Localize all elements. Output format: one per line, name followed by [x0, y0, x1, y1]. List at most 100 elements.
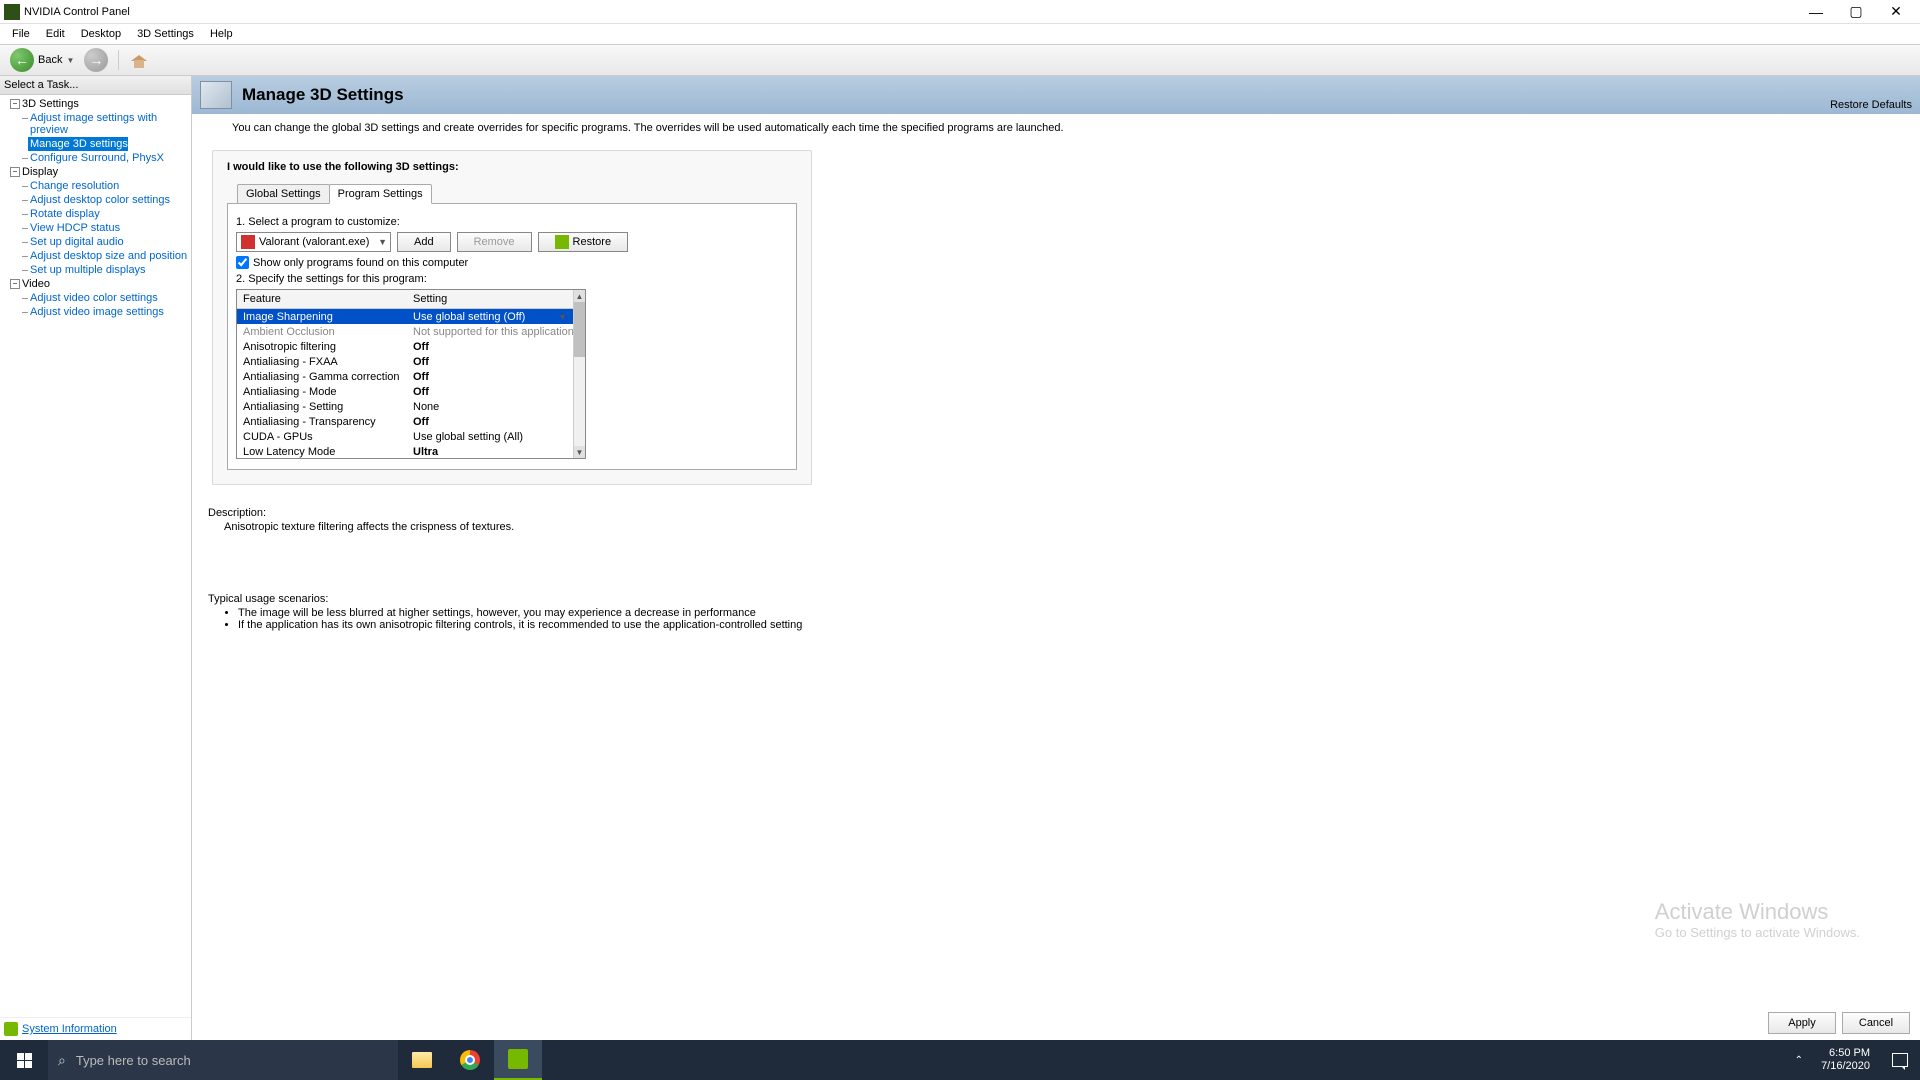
- collapse-icon[interactable]: −: [10, 99, 20, 109]
- activation-watermark: Activate Windows Go to Settings to activ…: [1655, 899, 1860, 940]
- program-select[interactable]: Valorant (valorant.exe) ▼: [236, 232, 391, 252]
- usage-item: If the application has its own anisotrop…: [238, 619, 1904, 631]
- tab-body: 1. Select a program to customize: Valora…: [227, 203, 797, 470]
- back-dropdown-icon[interactable]: ▼: [66, 56, 74, 65]
- collapse-icon[interactable]: −: [10, 167, 20, 177]
- step2-label: 2. Specify the settings for this program…: [236, 273, 788, 285]
- start-button[interactable]: [0, 1040, 48, 1080]
- cancel-button[interactable]: Cancel: [1842, 1012, 1910, 1034]
- tree-item-adjust-image-settings-with-preview[interactable]: Adjust image settings with preview: [10, 111, 191, 137]
- toolbar: ← Back ▼ →: [0, 44, 1920, 76]
- restore-defaults-link[interactable]: Restore Defaults: [1830, 99, 1912, 114]
- scroll-up-icon[interactable]: ▲: [574, 290, 585, 302]
- tree-item-view-hdcp-status[interactable]: View HDCP status: [10, 221, 191, 235]
- content-header: Manage 3D Settings Restore Defaults: [192, 76, 1920, 114]
- folder-icon: [412, 1052, 432, 1068]
- tree-group-3d-settings[interactable]: −3D Settings: [10, 97, 191, 111]
- usage-item: The image will be less blurred at higher…: [238, 607, 1904, 619]
- header-icon: [200, 81, 232, 109]
- chevron-down-icon[interactable]: ▼: [558, 312, 567, 322]
- feature-row-cuda-gpus[interactable]: CUDA - GPUsUse global setting (All): [237, 429, 573, 444]
- back-arrow-icon: ←: [10, 48, 34, 72]
- nvidia-icon: [555, 235, 569, 249]
- task-header: Select a Task...: [0, 76, 191, 95]
- sysinfo-link[interactable]: System Information: [22, 1023, 117, 1035]
- menu-desktop[interactable]: Desktop: [73, 26, 129, 42]
- tree-item-adjust-video-image-settings[interactable]: Adjust video image settings: [10, 305, 191, 319]
- menu-edit[interactable]: Edit: [38, 26, 73, 42]
- tray-time: 6:50 PM: [1821, 1047, 1870, 1060]
- table-scrollbar[interactable]: ▲ ▼: [573, 290, 585, 458]
- home-button[interactable]: [125, 49, 153, 71]
- tree-item-rotate-display[interactable]: Rotate display: [10, 207, 191, 221]
- scroll-down-icon[interactable]: ▼: [574, 446, 585, 458]
- tray-date: 7/16/2020: [1821, 1060, 1870, 1073]
- feature-row-antialiasing-mode[interactable]: Antialiasing - ModeOff: [237, 384, 573, 399]
- program-selected-text: Valorant (valorant.exe): [259, 236, 369, 248]
- chrome-icon: [460, 1050, 480, 1070]
- tree-group-display[interactable]: −Display: [10, 165, 191, 179]
- tree-item-set-up-digital-audio[interactable]: Set up digital audio: [10, 235, 191, 249]
- taskbar-search[interactable]: ⌕ Type here to search: [48, 1040, 398, 1080]
- main-area: Select a Task... −3D SettingsAdjust imag…: [0, 76, 1920, 1040]
- tree-item-manage-3d-settings[interactable]: Manage 3D settings: [28, 137, 128, 151]
- menu-bar: File Edit Desktop 3D Settings Help: [0, 24, 1920, 44]
- feature-row-antialiasing-transparency[interactable]: Antialiasing - TransparencyOff: [237, 414, 573, 429]
- nvidia-icon: [508, 1049, 528, 1069]
- apply-button[interactable]: Apply: [1768, 1012, 1836, 1034]
- app-icon: [4, 4, 20, 20]
- show-only-checkbox[interactable]: [236, 256, 249, 269]
- collapse-icon[interactable]: −: [10, 279, 20, 289]
- feature-row-image-sharpening[interactable]: Image SharpeningUse global setting (Off)…: [237, 309, 573, 324]
- taskbar-chrome[interactable]: [446, 1040, 494, 1080]
- feature-table: FeatureSettingImage SharpeningUse global…: [236, 289, 586, 459]
- tree-group-video[interactable]: −Video: [10, 277, 191, 291]
- windows-logo-icon: [17, 1053, 32, 1068]
- close-button[interactable]: ✕: [1876, 0, 1916, 24]
- usage-list: The image will be less blurred at higher…: [208, 607, 1904, 631]
- restore-button[interactable]: Restore: [538, 232, 629, 252]
- feature-row-antialiasing-setting[interactable]: Antialiasing - SettingNone: [237, 399, 573, 414]
- tray-clock[interactable]: 6:50 PM 7/16/2020: [1811, 1047, 1880, 1073]
- tab-program-settings[interactable]: Program Settings: [329, 184, 432, 204]
- feature-row-anisotropic-filtering[interactable]: Anisotropic filteringOff: [237, 339, 573, 354]
- sysinfo-icon: [4, 1022, 18, 1036]
- feature-column-header[interactable]: Feature: [237, 290, 407, 308]
- scroll-thumb[interactable]: [574, 302, 585, 357]
- tab-global-settings[interactable]: Global Settings: [237, 184, 330, 204]
- tree-item-change-resolution[interactable]: Change resolution: [10, 179, 191, 193]
- sidebar: Select a Task... −3D SettingsAdjust imag…: [0, 76, 192, 1040]
- notifications-button[interactable]: [1880, 1040, 1920, 1080]
- maximize-button[interactable]: ▢: [1836, 0, 1876, 24]
- minimize-button[interactable]: —: [1796, 0, 1836, 24]
- back-button[interactable]: ← Back ▼: [6, 46, 78, 74]
- tray-chevron-up-icon[interactable]: ⌃: [1787, 1055, 1811, 1066]
- page-title: Manage 3D Settings: [242, 85, 1820, 105]
- setting-column-header[interactable]: Setting: [407, 290, 573, 308]
- tree-item-adjust-desktop-size-and-position[interactable]: Adjust desktop size and position: [10, 249, 191, 263]
- tree-item-set-up-multiple-displays[interactable]: Set up multiple displays: [10, 263, 191, 277]
- taskbar-nvidia-control-panel[interactable]: [494, 1040, 542, 1080]
- show-only-label: Show only programs found on this compute…: [253, 257, 468, 269]
- tree-item-adjust-video-color-settings[interactable]: Adjust video color settings: [10, 291, 191, 305]
- menu-3d-settings[interactable]: 3D Settings: [129, 26, 202, 42]
- show-only-checkbox-row[interactable]: Show only programs found on this compute…: [236, 256, 788, 269]
- step1-label: 1. Select a program to customize:: [236, 216, 788, 228]
- sysinfo-bar: System Information: [0, 1017, 191, 1040]
- taskbar-file-explorer[interactable]: [398, 1040, 446, 1080]
- feature-row-antialiasing-fxaa[interactable]: Antialiasing - FXAAOff: [237, 354, 573, 369]
- usage-header: Typical usage scenarios:: [208, 593, 1904, 605]
- intro-text: You can change the global 3D settings an…: [192, 114, 1920, 142]
- forward-button[interactable]: →: [80, 46, 112, 74]
- taskbar: ⌕ Type here to search ⌃ 6:50 PM 7/16/202…: [0, 1040, 1920, 1080]
- home-icon: [129, 51, 149, 69]
- add-button[interactable]: Add: [397, 232, 451, 252]
- menu-help[interactable]: Help: [202, 26, 241, 42]
- feature-row-low-latency-mode[interactable]: Low Latency ModeUltra: [237, 444, 573, 458]
- tree-item-adjust-desktop-color-settings[interactable]: Adjust desktop color settings: [10, 193, 191, 207]
- menu-file[interactable]: File: [4, 26, 38, 42]
- tree-item-configure-surround-physx[interactable]: Configure Surround, PhysX: [10, 151, 191, 165]
- feature-row-antialiasing-gamma-correction[interactable]: Antialiasing - Gamma correctionOff: [237, 369, 573, 384]
- search-icon: ⌕: [58, 1052, 66, 1069]
- description-text: Anisotropic texture filtering affects th…: [208, 521, 1904, 533]
